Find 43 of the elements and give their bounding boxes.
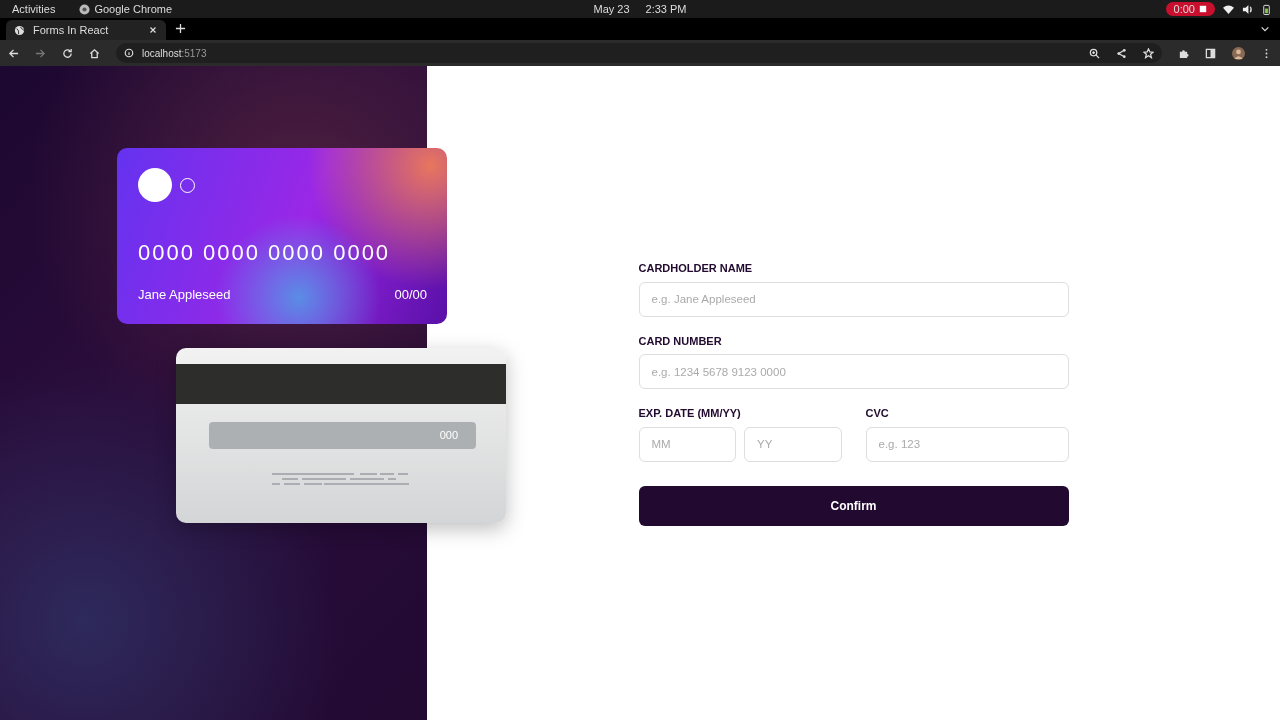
- share-icon[interactable]: [1116, 47, 1127, 59]
- tab-title: Forms In React: [33, 22, 110, 38]
- wifi-icon[interactable]: [1223, 3, 1234, 15]
- time-text[interactable]: 2:33 PM: [645, 0, 687, 18]
- input-field[interactable]: MM: [638, 426, 736, 462]
- input-field[interactable]: e.g. 1234 5678 9123 0000: [638, 354, 1069, 390]
- recording-indicator[interactable]: 0:00: [1165, 2, 1215, 16]
- input-field[interactable]: e.g. Jane Appleseed: [638, 281, 1069, 317]
- confirm-button[interactable]: Confirm: [638, 485, 1069, 526]
- home-icon[interactable]: [89, 47, 100, 59]
- field-label: EXP. DATE (MM/YY): [638, 406, 742, 422]
- stop-icon: [1199, 5, 1207, 13]
- input-field[interactable]: e.g. 123: [865, 426, 1069, 462]
- browser-logo-icon: [79, 3, 91, 15]
- volume-icon[interactable]: [1242, 3, 1253, 15]
- field-label: CARDHOLDER NAME: [638, 261, 754, 277]
- battery-icon[interactable]: [1261, 3, 1272, 15]
- recording-time: 0:00: [1173, 1, 1195, 17]
- avatar-icon[interactable]: [1232, 46, 1245, 60]
- new-tab-icon[interactable]: [175, 23, 186, 34]
- field-label: CARD NUMBER: [638, 333, 723, 349]
- forward-arrow-icon: [35, 47, 46, 59]
- logo-circle: [138, 168, 172, 202]
- app-name[interactable]: Google Chrome: [94, 0, 173, 18]
- activities-button[interactable]: Activities: [12, 0, 56, 18]
- globe-icon: [14, 24, 25, 36]
- browser-tab[interactable]: Forms In React: [6, 20, 166, 40]
- card-number: 0000 0000 0000 0000: [138, 239, 392, 267]
- tab-list-chevron-icon[interactable]: [1260, 24, 1270, 34]
- star-icon[interactable]: [1143, 47, 1154, 59]
- close-icon[interactable]: [148, 25, 158, 35]
- card-cvc: 000: [439, 428, 458, 444]
- zoom-icon[interactable]: [1089, 47, 1100, 59]
- input-field[interactable]: YY: [744, 426, 842, 462]
- back-arrow-icon[interactable]: [8, 47, 19, 59]
- url-text[interactable]: localhost:5173: [142, 45, 207, 61]
- info-icon[interactable]: [124, 48, 134, 58]
- cardholder-name: Jane Appleseed: [138, 286, 231, 304]
- date-text[interactable]: May 23: [593, 0, 630, 18]
- field-label: CVC: [865, 406, 890, 422]
- side-panel-icon[interactable]: [1205, 47, 1216, 59]
- reload-icon[interactable]: [62, 47, 73, 59]
- card-expiry: 00/00: [394, 286, 427, 304]
